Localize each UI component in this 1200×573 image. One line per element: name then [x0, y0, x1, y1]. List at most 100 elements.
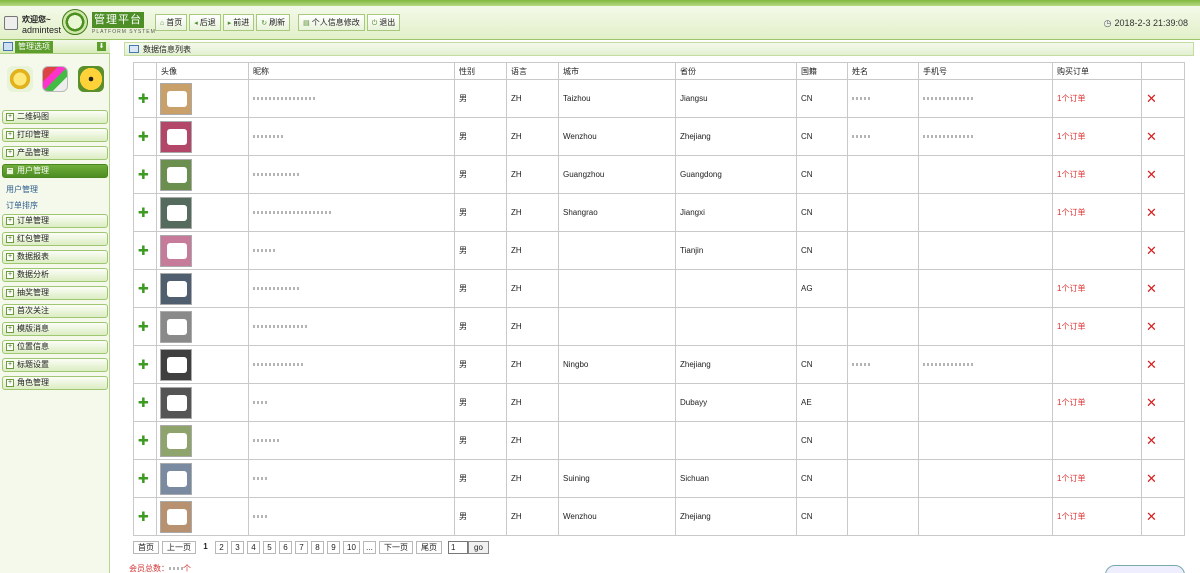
sex-cell: 男 — [454, 497, 507, 536]
nav-refresh-button[interactable]: ↻ 刷新 — [256, 14, 291, 31]
delete-x-icon[interactable]: ✕ — [1146, 357, 1157, 372]
menu-item-lottery[interactable]: + 抽奖管理 — [2, 286, 108, 300]
order-cell[interactable] — [1052, 231, 1142, 270]
order-link[interactable]: 1个订单 — [1057, 94, 1085, 103]
nav-forward-button[interactable]: ▸ 前进 — [222, 14, 255, 31]
delete-x-icon[interactable]: ✕ — [1146, 243, 1157, 258]
order-cell[interactable]: 1个订单 — [1052, 117, 1142, 156]
table-row: ✚ 男 ZH AG 1个订单 ✕ — [133, 269, 1185, 308]
delete-x-icon[interactable]: ✕ — [1146, 509, 1157, 524]
table-row: ✚ 男 ZH Tianjin CN ✕ — [133, 231, 1185, 270]
page-1[interactable]: 1 — [199, 540, 212, 554]
order-cell[interactable]: 1个订单 — [1052, 497, 1142, 536]
page-6[interactable]: 6 — [279, 540, 292, 554]
menu-item-print[interactable]: + 打印管理 — [2, 128, 108, 142]
order-cell[interactable]: 1个订单 — [1052, 383, 1142, 422]
expand-plus-icon[interactable]: ✚ — [138, 205, 149, 220]
tools-icon[interactable] — [42, 66, 68, 92]
expand-plus-icon[interactable]: ✚ — [138, 281, 149, 296]
order-link[interactable]: 1个订单 — [1057, 322, 1085, 331]
order-link[interactable]: 1个订单 — [1057, 170, 1085, 179]
collapse-arrow-icon[interactable]: ⬇ — [97, 42, 106, 51]
expand-plus-icon[interactable]: ✚ — [138, 395, 149, 410]
order-cell[interactable]: 1个订单 — [1052, 155, 1142, 194]
order-link[interactable]: 1个订单 — [1057, 284, 1085, 293]
nav-home-button[interactable]: ⌂ 首页 — [155, 14, 188, 31]
menu-item-redpacket[interactable]: + 红包管理 — [2, 232, 108, 246]
prev-page-button[interactable]: 上一页 — [162, 540, 196, 554]
plus-icon: + — [6, 235, 14, 243]
city-cell: Guangzhou — [558, 155, 676, 194]
menu-item-qrcode[interactable]: + 二维码图 — [2, 110, 108, 124]
page-10[interactable]: 10 — [343, 540, 360, 554]
menu-item-analysis[interactable]: + 数据分析 — [2, 268, 108, 282]
order-cell[interactable]: 1个订单 — [1052, 459, 1142, 498]
language-cell: ZH — [506, 421, 559, 460]
expand-plus-icon[interactable]: ✚ — [138, 509, 149, 524]
expand-plus-icon[interactable]: ✚ — [138, 319, 149, 334]
delete-x-icon[interactable]: ✕ — [1146, 319, 1157, 334]
logo-subtitle: PLATFORM SYSTEM — [92, 29, 156, 35]
menu-item-title-settings[interactable]: + 标题设置 — [2, 358, 108, 372]
menu-item-users[interactable]: − 用户管理 — [2, 164, 108, 178]
order-cell[interactable]: 1个订单 — [1052, 193, 1142, 232]
order-cell[interactable]: 1个订单 — [1052, 269, 1142, 308]
avatar — [160, 500, 192, 533]
menu-item-template-msg[interactable]: + 模版消息 — [2, 322, 108, 336]
delete-x-icon[interactable]: ✕ — [1146, 281, 1157, 296]
delete-x-icon[interactable]: ✕ — [1146, 91, 1157, 106]
first-page-button[interactable]: 首页 — [133, 540, 159, 554]
order-link[interactable]: 1个订单 — [1057, 512, 1085, 521]
delete-x-icon[interactable]: ✕ — [1146, 471, 1157, 486]
menu-item-reports[interactable]: + 数据报表 — [2, 250, 108, 264]
delete-x-icon[interactable]: ✕ — [1146, 433, 1157, 448]
settings-gear-icon[interactable] — [7, 66, 33, 92]
go-button[interactable]: go — [468, 540, 489, 554]
avatar-cell — [156, 497, 249, 536]
expand-plus-icon[interactable]: ✚ — [138, 243, 149, 258]
expand-plus-icon[interactable]: ✚ — [138, 433, 149, 448]
name-cell — [847, 155, 919, 194]
delete-x-icon[interactable]: ✕ — [1146, 167, 1157, 182]
submenu-order-sort[interactable]: 订单排序 — [0, 198, 110, 214]
order-cell[interactable]: 1个订单 — [1052, 307, 1142, 346]
page-9[interactable]: 9 — [327, 540, 340, 554]
menu-item-orders[interactable]: + 订单管理 — [2, 214, 108, 228]
order-link[interactable]: 1个订单 — [1057, 132, 1085, 141]
page-4[interactable]: 4 — [247, 540, 260, 554]
radiation-icon[interactable] — [78, 66, 104, 92]
order-cell[interactable] — [1052, 345, 1142, 384]
page-number-input[interactable]: 1 — [448, 540, 468, 554]
page-5[interactable]: 5 — [263, 540, 276, 554]
delete-x-icon[interactable]: ✕ — [1146, 129, 1157, 144]
order-cell[interactable]: 1个订单 — [1052, 79, 1142, 118]
expand-plus-icon[interactable]: ✚ — [138, 167, 149, 182]
page-2[interactable]: 2 — [215, 540, 228, 554]
order-link[interactable]: 1个订单 — [1057, 474, 1085, 483]
nav-back-button[interactable]: ◂ 后退 — [189, 14, 221, 31]
expand-plus-icon[interactable]: ✚ — [138, 91, 149, 106]
menu-item-first-follow[interactable]: + 首次关注 — [2, 304, 108, 318]
order-link[interactable]: 1个订单 — [1057, 398, 1085, 407]
nav-profile-button[interactable]: ▤ 个人信息修改 — [298, 14, 365, 31]
order-cell[interactable] — [1052, 421, 1142, 460]
page-7[interactable]: 7 — [295, 540, 308, 554]
avatar-cell — [156, 307, 249, 346]
page-8[interactable]: 8 — [311, 540, 324, 554]
expand-plus-icon[interactable]: ✚ — [138, 471, 149, 486]
menu-item-products[interactable]: + 产品管理 — [2, 146, 108, 160]
minus-icon: − — [6, 167, 14, 175]
col-sex: 性别 — [454, 62, 507, 80]
next-page-button[interactable]: 下一页 — [379, 540, 413, 554]
page-3[interactable]: 3 — [231, 540, 244, 554]
menu-item-roles[interactable]: + 角色管理 — [2, 376, 108, 390]
order-link[interactable]: 1个订单 — [1057, 208, 1085, 217]
last-page-button[interactable]: 尾页 — [416, 540, 442, 554]
menu-item-location[interactable]: + 位置信息 — [2, 340, 108, 354]
submenu-user-management[interactable]: 用户管理 — [0, 182, 110, 198]
delete-x-icon[interactable]: ✕ — [1146, 205, 1157, 220]
expand-plus-icon[interactable]: ✚ — [138, 129, 149, 144]
nav-logout-button[interactable]: ⏻ 退出 — [366, 14, 401, 31]
delete-x-icon[interactable]: ✕ — [1146, 395, 1157, 410]
expand-plus-icon[interactable]: ✚ — [138, 357, 149, 372]
